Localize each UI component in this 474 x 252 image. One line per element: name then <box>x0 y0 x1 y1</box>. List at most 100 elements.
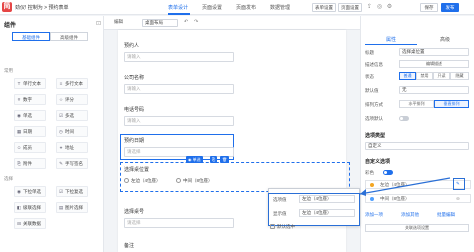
date-picker[interactable]: 请选择 <box>124 147 234 157</box>
component-label: 评分 <box>65 97 74 102</box>
show-default-label: 选项默认 <box>365 116 383 121</box>
show-default-toggle[interactable] <box>399 116 409 121</box>
batch-edit-button[interactable]: 批量编辑 <box>437 212 455 218</box>
publish-button[interactable]: 发布 <box>441 3 459 12</box>
edit-description-button[interactable]: 编辑描述 <box>399 60 469 68</box>
redo-icon[interactable]: ↷ <box>194 19 198 25</box>
component-number[interactable]: # 数字 <box>14 94 46 105</box>
component-label: 关联数据 <box>23 221 41 226</box>
component-address[interactable]: ⌖ 地址 <box>56 142 88 153</box>
pin-icon[interactable]: ⊡ <box>96 20 101 27</box>
component-label: 图片选择 <box>65 205 83 210</box>
location-icon: ⌖ <box>59 145 63 150</box>
phone-input[interactable]: 请输入 <box>124 116 234 126</box>
company-input[interactable]: 请输入 <box>124 84 234 94</box>
component-checkbox[interactable]: ☑ 多选 <box>56 110 88 121</box>
component-signature[interactable]: ✎ 手写签名 <box>56 158 88 169</box>
option-type-select[interactable]: 自定义 <box>365 142 469 150</box>
component-cascade[interactable]: ◧ 级联选择 <box>14 202 46 213</box>
radio-circle-icon <box>176 178 181 184</box>
tab-page-publish[interactable]: 页面发布 <box>236 4 256 11</box>
undo-icon[interactable]: ↶ <box>184 19 188 25</box>
state-disabled-button[interactable]: 禁用 <box>416 72 433 80</box>
share-icon[interactable]: ⇪ <box>366 4 373 11</box>
radio-option-middle[interactable]: 中间（8位座） <box>176 178 213 184</box>
checkbox-icon: ☑ <box>58 189 64 194</box>
component-dropdown-single[interactable]: ◉ 下拉单选 <box>14 186 46 197</box>
booker-input[interactable]: 请输入 <box>124 52 234 62</box>
component-label: 多选 <box>65 113 74 118</box>
state-readonly-button[interactable]: 只读 <box>433 72 450 80</box>
table-number-select[interactable]: 请选择 <box>124 218 234 228</box>
link-options-button[interactable]: 关联选项设置 <box>365 224 469 232</box>
edit-label: 编辑 <box>114 19 123 24</box>
component-label: 单选 <box>23 113 32 118</box>
description-label: 描述信息 <box>365 62 383 67</box>
component-label: 下拉单选 <box>23 189 41 194</box>
tab-properties[interactable]: 属性 <box>365 35 417 45</box>
page-settings-button[interactable]: 页面设置 <box>338 3 362 12</box>
tab-advanced[interactable]: 高级 <box>419 35 471 45</box>
component-label: 多行文本 <box>65 81 83 86</box>
layout-vertical-button[interactable]: 垂直排列 <box>434 100 469 108</box>
layout-label: 排列方式 <box>365 102 383 107</box>
save-button[interactable]: 保存 <box>420 3 438 12</box>
tab-page-settings[interactable]: 页面设置 <box>202 4 222 11</box>
user-icon: ☺ <box>16 145 22 150</box>
connector-line <box>359 177 451 195</box>
add-other-button[interactable]: 添加其他 <box>401 212 419 218</box>
text-icon: T <box>17 81 21 86</box>
tab-advanced-components[interactable]: 高级组件 <box>50 32 88 41</box>
top-bar: 简 劲仪! 控制为 > 预约表单 表单设计 页面设置 页面发布 数据管理 表单设… <box>0 0 474 15</box>
link-icon: ⊟ <box>17 221 21 226</box>
state-normal-button[interactable]: 普通 <box>399 72 416 80</box>
eye-icon[interactable]: ◎ <box>376 4 383 11</box>
section-select-label: 选择 <box>4 176 13 181</box>
settings-icon[interactable]: ⚙ <box>386 4 393 11</box>
radio-option-left[interactable]: 左边（4位座） <box>124 178 161 184</box>
add-option-button[interactable]: 添加一项 <box>365 212 383 218</box>
tab-basic-components[interactable]: 基础组件 <box>12 32 50 41</box>
checkbox-icon: ☑ <box>58 113 64 118</box>
component-radio[interactable]: ◉ 单选 <box>14 110 46 121</box>
component-label: 成员 <box>23 145 32 150</box>
component-label: 单行文本 <box>23 81 41 86</box>
properties-panel: 属性 高级 标题 选择桌位置 描述信息 编辑描述 状态 普通 禁用 只读 隐藏 … <box>360 16 474 252</box>
component-rating[interactable]: ☆ 评分 <box>56 94 88 105</box>
layout-horizontal-button[interactable]: 水平排列 <box>399 100 434 108</box>
color-toggle[interactable] <box>383 170 393 175</box>
default-value-select[interactable]: 无 <box>399 86 469 94</box>
component-label: 日期 <box>23 129 32 134</box>
component-single-line-text[interactable]: T 单行文本 <box>14 78 46 89</box>
component-date[interactable]: ▦ 日期 <box>14 126 46 137</box>
form-settings-button[interactable]: 表单设置 <box>312 3 336 12</box>
component-label: 手写签名 <box>65 161 83 166</box>
arrow-head-icon <box>360 189 366 196</box>
component-multi-line-text[interactable]: ≡ 多行文本 <box>56 78 88 89</box>
component-dropdown-multi[interactable]: ☑ 下拉复选 <box>56 186 88 197</box>
delete-option-icon[interactable]: ⊖ <box>456 196 460 202</box>
component-attachment[interactable]: ⎘ 附件 <box>14 158 46 169</box>
copy-icon[interactable]: ⎘ <box>210 156 218 163</box>
component-related-data[interactable]: ⊟ 关联数据 <box>14 218 46 229</box>
field-label: 预约日期 <box>124 138 145 144</box>
breadcrumb[interactable]: 劲仪! 控制为 > 预约表单 <box>15 4 68 11</box>
component-member[interactable]: ☺ 成员 <box>14 142 46 153</box>
tab-form-design[interactable]: 表单设计 <box>168 4 188 11</box>
tab-data-management[interactable]: 数据管理 <box>270 4 290 11</box>
connector-arrow <box>359 177 451 196</box>
layout-select[interactable]: 桌面布局 <box>142 19 178 27</box>
checkbox-label: 默认选中 <box>277 224 295 229</box>
form-designer-page: 简 劲仪! 控制为 > 预约表单 表单设计 页面设置 页面发布 数据管理 表单设… <box>0 0 474 252</box>
state-hidden-button[interactable]: 隐藏 <box>450 72 469 80</box>
component-label: 时间 <box>65 129 74 134</box>
field-label: 公司名称 <box>124 75 145 81</box>
component-time[interactable]: ◷ 时间 <box>56 126 88 137</box>
component-image-select[interactable]: ▤ 图片选择 <box>56 202 88 213</box>
attachment-icon: ⎘ <box>17 161 21 166</box>
title-label: 标题 <box>365 50 374 55</box>
edit-icon[interactable]: ✎ <box>456 181 460 187</box>
delete-icon[interactable]: 🗑 <box>220 156 230 163</box>
title-input[interactable]: 选择桌位置 <box>399 48 469 56</box>
default-selected-checkbox[interactable]: 默认选中 <box>270 224 295 230</box>
